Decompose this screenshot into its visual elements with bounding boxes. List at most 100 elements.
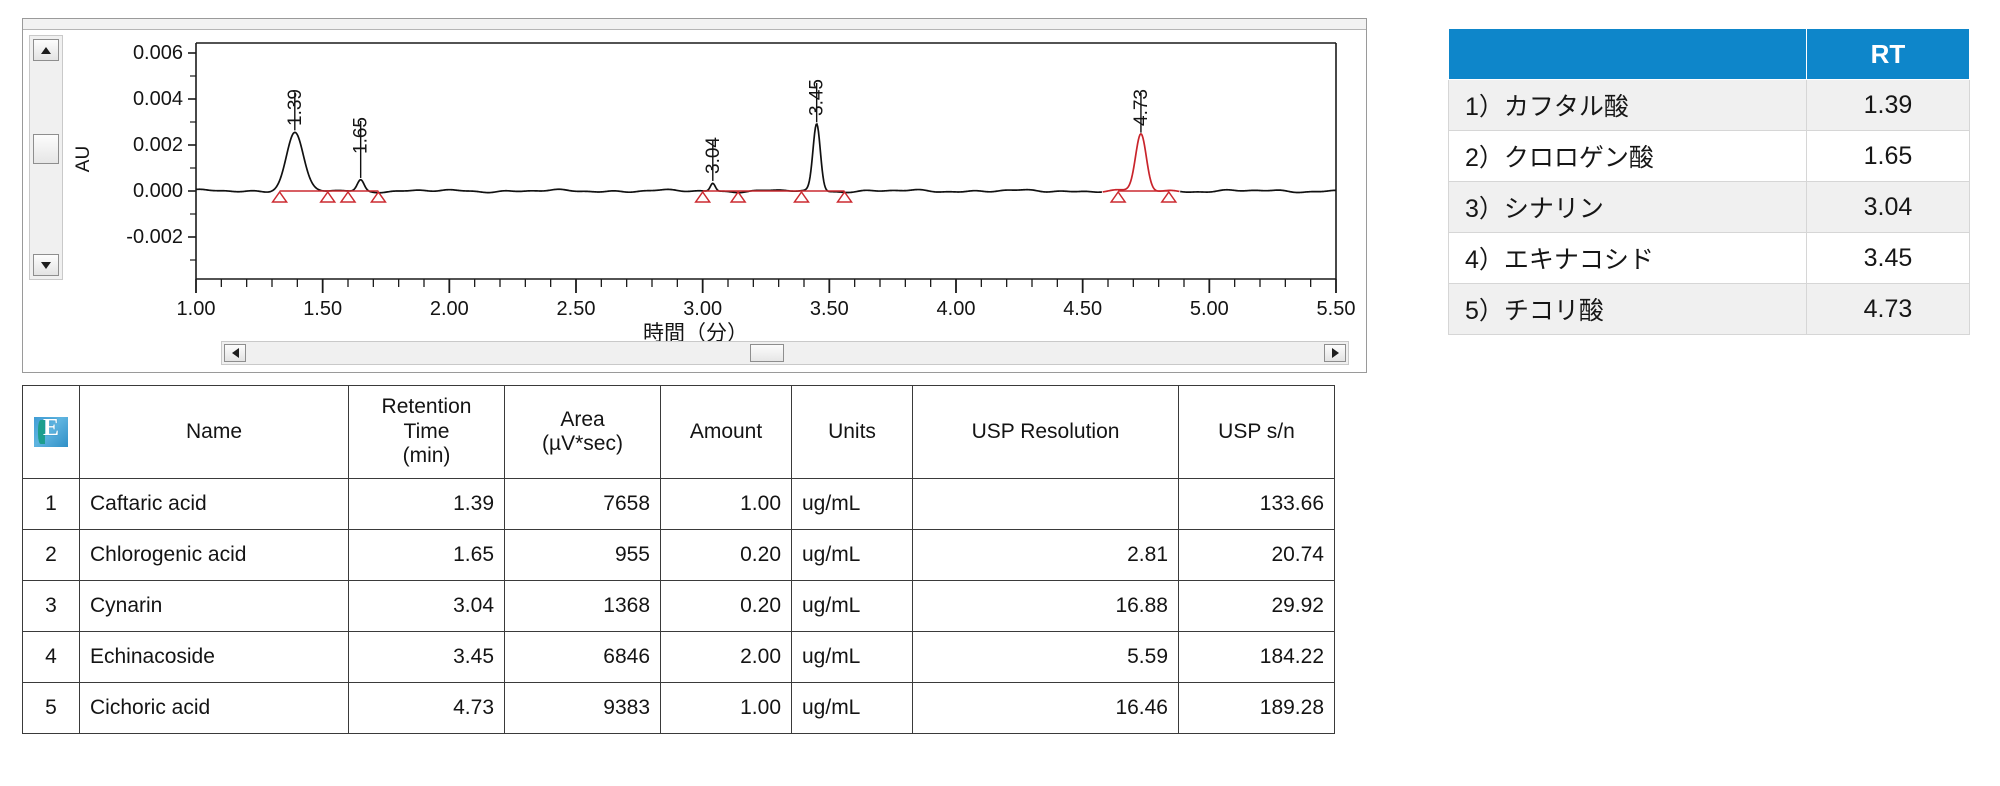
column-header-area[interactable]: Area (µV*sec) [504, 385, 661, 479]
x-tick-label: 5.50 [1317, 298, 1356, 320]
cell-usp-resolution: 2.81 [912, 529, 1179, 581]
brand-icon-cell [22, 385, 80, 479]
cell-area: 1368 [504, 580, 661, 632]
cell-usp-sn: 133.66 [1178, 478, 1335, 530]
cell-name: Cichoric acid [79, 682, 349, 734]
column-header-name[interactable]: Name [79, 385, 349, 479]
peak-annotations: 1.39 1.65 3.04 3.45 4.73 [285, 79, 1152, 181]
x-tick-label: 2.00 [430, 298, 469, 320]
y-tick-label: 0.000 [133, 180, 183, 202]
scroll-up-button[interactable] [33, 39, 59, 61]
y-tick-label: 0.002 [133, 134, 183, 156]
cell-units: ug/mL [791, 580, 913, 632]
cell-name: Cynarin [79, 580, 349, 632]
integration-marker-icon [793, 190, 810, 203]
chromatogram-window: AU 0.006 0.004 0.002 0.000 -0.002 1.00 1… [22, 18, 1367, 373]
x-tick-label: 4.00 [937, 298, 976, 320]
y-tick-label: 0.006 [133, 42, 183, 64]
row-index: 5 [22, 682, 80, 734]
header-line: (min) [402, 444, 451, 468]
y-axis-label: AU [73, 146, 94, 172]
cell-usp-sn: 189.28 [1178, 682, 1335, 734]
cell-units: ug/mL [791, 478, 913, 530]
y-tick-label: 0.004 [133, 88, 183, 110]
peak-label: 3.45 [807, 79, 828, 116]
integration-marker-icon [1109, 190, 1127, 203]
table-row[interactable]: 3 Cynarin 3.04 1368 0.20 ug/mL 16.88 29.92 [22, 580, 1335, 632]
integration-marker-icon [694, 190, 712, 203]
legend-compound-label: 2）クロロゲン酸 [1448, 130, 1807, 182]
chromatogram-vertical-scrollbar[interactable] [29, 35, 63, 280]
integration-marker-icon [836, 190, 853, 203]
cell-name: Echinacoside [79, 631, 349, 683]
cell-name: Chlorogenic acid [79, 529, 349, 581]
legend-rt-value: 1.39 [1806, 79, 1970, 131]
legend-rt-value: 3.45 [1806, 232, 1970, 284]
scroll-down-button[interactable] [33, 254, 59, 276]
header-line: Time [403, 419, 450, 443]
cell-usp-sn: 20.74 [1178, 529, 1335, 581]
vertical-scrollbar-thumb[interactable] [33, 134, 59, 164]
legend-header-name [1448, 28, 1807, 80]
table-row[interactable]: 4 Echinacoside 3.45 6846 2.00 ug/mL 5.59 184.22 [22, 631, 1335, 683]
cell-usp-sn: 184.22 [1178, 631, 1335, 683]
legend-compound-label: 4）エキナコシド [1448, 232, 1807, 284]
cell-name: Caftaric acid [79, 478, 349, 530]
scroll-right-button[interactable] [1324, 344, 1346, 362]
row-index: 1 [22, 478, 80, 530]
row-index: 2 [22, 529, 80, 581]
cell-usp-resolution: 16.88 [912, 580, 1179, 632]
integration-marker-icon [319, 190, 337, 203]
cell-usp-resolution [912, 478, 1179, 530]
column-header-usp-resolution[interactable]: USP Resolution [912, 385, 1179, 479]
table-row[interactable]: 2 Chlorogenic acid 1.65 955 0.20 ug/mL 2.81 20.… [22, 529, 1335, 581]
header-line: Retention [381, 395, 472, 419]
column-header-units[interactable]: Units [791, 385, 913, 479]
x-tick-label: 2.50 [557, 298, 596, 320]
results-table-header-row: Name Retention Time (min) Area (µV*sec) … [22, 385, 1335, 479]
x-tick-label: 1.50 [303, 298, 342, 320]
integration-marker-icon [1160, 190, 1178, 203]
horizontal-scrollbar-thumb[interactable] [750, 344, 784, 362]
legend-rt-value: 4.73 [1806, 283, 1970, 335]
y-tick-label: -0.002 [126, 226, 183, 248]
cell-area: 955 [504, 529, 661, 581]
integration-marker-icon [729, 190, 747, 203]
legend-rt-value: 3.04 [1806, 181, 1970, 233]
triangle-left-icon [231, 348, 239, 358]
row-index: 3 [22, 580, 80, 632]
scroll-left-button[interactable] [224, 344, 246, 362]
legend-row: 1）カフタル酸 1.39 [1448, 79, 1970, 131]
legend-header-row: RT [1448, 28, 1970, 80]
window-title-bar [23, 19, 1366, 30]
cell-amount: 1.00 [660, 682, 792, 734]
cell-retention-time: 3.45 [348, 631, 505, 683]
column-header-usp-sn[interactable]: USP s/n [1178, 385, 1335, 479]
column-header-retention-time[interactable]: Retention Time (min) [348, 385, 505, 479]
triangle-down-icon [41, 261, 51, 269]
cell-retention-time: 3.04 [348, 580, 505, 632]
results-table: Name Retention Time (min) Area (µV*sec) … [22, 385, 1335, 734]
legend-row: 3）シナリン 3.04 [1448, 181, 1970, 233]
chromatogram-horizontal-scrollbar[interactable] [221, 341, 1349, 365]
peak-label: 1.65 [351, 117, 372, 154]
cell-area: 6846 [504, 631, 661, 683]
cell-units: ug/mL [791, 682, 913, 734]
chromatogram-plot[interactable]: AU 0.006 0.004 0.002 0.000 -0.002 1.00 1… [71, 31, 1361, 331]
header-line: Area [560, 407, 605, 431]
table-row[interactable]: 1 Caftaric acid 1.39 7658 1.00 ug/mL 133.66 [22, 478, 1335, 530]
legend-row: 4）エキナコシド 3.45 [1448, 232, 1970, 284]
cell-usp-resolution: 5.59 [912, 631, 1179, 683]
row-index: 4 [22, 631, 80, 683]
x-tick-label: 4.50 [1063, 298, 1102, 320]
chromatogram-svg: AU 0.006 0.004 0.002 0.000 -0.002 1.00 1… [73, 42, 1356, 320]
table-row[interactable]: 5 Cichoric acid 4.73 9383 1.00 ug/mL 16.46 189.… [22, 682, 1335, 734]
cell-amount: 1.00 [660, 478, 792, 530]
y-major-ticks [188, 52, 196, 238]
triangle-right-icon [1331, 348, 1339, 358]
chromatogram-trace-highlight [1102, 132, 1180, 193]
column-header-amount[interactable]: Amount [660, 385, 792, 479]
cell-area: 7658 [504, 478, 661, 530]
x-tick-label: 1.00 [177, 298, 216, 320]
cell-amount: 0.20 [660, 529, 792, 581]
